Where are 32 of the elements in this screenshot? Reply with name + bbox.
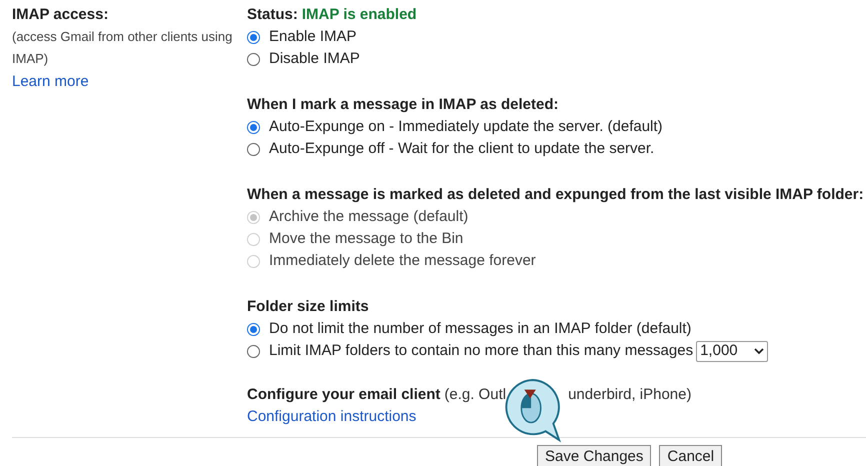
radio-button[interactable] (247, 30, 260, 44)
option-label: Limit IMAP folders to contain no more than this many messages (269, 341, 694, 361)
save-button[interactable]: Save Changes (537, 445, 652, 466)
status-value: IMAP is enabled (302, 5, 417, 25)
option-label: Do not limit the number of messages in an IMAP folder (default) (269, 319, 692, 339)
option-label: Auto-Expunge off - Wait for the client to update the server. (269, 139, 654, 159)
cancel-button[interactable]: Cancel (659, 445, 722, 466)
option-label: Auto-Expunge on - Immediately update the server. (default) (269, 117, 663, 137)
option-label: Disable IMAP (269, 49, 360, 69)
radio-button[interactable] (247, 344, 260, 358)
option-label: Enable IMAP (269, 27, 357, 47)
radio-button[interactable] (247, 52, 260, 66)
configuration-link[interactable]: Configuration instructions (247, 406, 416, 428)
section-heading: Folder size limits (247, 297, 369, 317)
option-label: Move the message to the Bin (269, 229, 464, 249)
setting-title: IMAP access: (12, 5, 108, 25)
option-label: Archive the message (default) (269, 207, 468, 227)
status-label: Status: (247, 5, 298, 25)
client-examples: underbird, iPhone) (568, 385, 692, 405)
radio-button[interactable] (247, 120, 260, 134)
learn-more-link[interactable]: Learn more (12, 70, 89, 94)
limit-dropdown[interactable]: 1,000 (696, 340, 768, 362)
setting-description: (access Gmail from other clients using IMAP) (12, 28, 234, 68)
chevron-down-icon (754, 348, 764, 354)
client-examples: (e.g. Outl (444, 385, 506, 405)
section-heading: When a message is marked as deleted and expunged from the last visible IMAP folder: (247, 185, 864, 205)
section-heading: When I mark a message in IMAP as deleted: (247, 95, 558, 115)
option-label: Immediately delete the message forever (269, 251, 536, 271)
client-heading: Configure your email client (247, 385, 440, 405)
radio-button[interactable] (247, 322, 260, 336)
radio-button[interactable] (247, 142, 260, 156)
mouse-click-callout-icon (503, 377, 563, 443)
